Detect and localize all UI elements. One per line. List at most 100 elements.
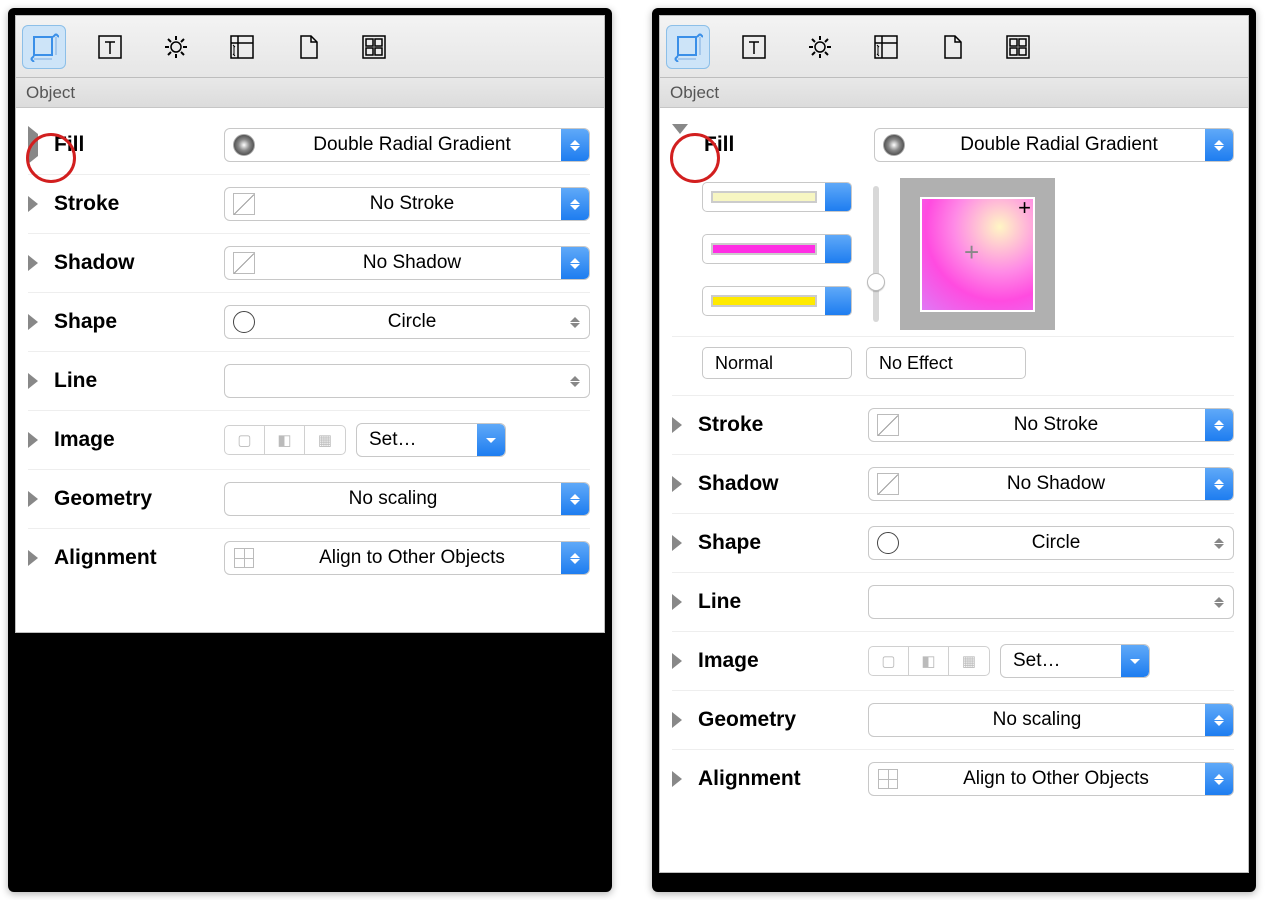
label-shadow: Shadow: [54, 251, 214, 275]
tab-stencils[interactable]: [352, 25, 396, 69]
caret-icon: [825, 235, 851, 263]
label-fill: Fill: [54, 133, 214, 157]
disclosure-alignment[interactable]: [28, 550, 38, 566]
disclosure-shadow[interactable]: [672, 476, 682, 492]
caret-icon: [1205, 129, 1233, 161]
tab-document[interactable]: [930, 25, 974, 69]
tab-document[interactable]: [286, 25, 330, 69]
gradient-center-icon[interactable]: +: [964, 237, 979, 268]
disclosure-stroke[interactable]: [672, 417, 682, 433]
caret-icon: [1205, 409, 1233, 441]
img-mode-3[interactable]: ▦: [305, 426, 345, 454]
dropdown-alignment[interactable]: Align to Other Objects: [868, 762, 1234, 796]
row-shadow: Shadow No Shadow: [28, 234, 590, 293]
disclosure-stroke[interactable]: [28, 196, 38, 212]
disclosure-fill-collapsed[interactable]: [28, 126, 38, 164]
dropdown-stroke[interactable]: No Stroke: [224, 187, 590, 221]
dropdown-fill-type[interactable]: Double Radial Gradient: [224, 128, 590, 162]
tab-canvas[interactable]: [864, 25, 908, 69]
dropdown-fill-type[interactable]: Double Radial Gradient: [874, 128, 1234, 162]
disclosure-geometry[interactable]: [672, 712, 682, 728]
tab-text[interactable]: [732, 25, 776, 69]
caret-icon: [825, 183, 851, 211]
caret-icon: [1205, 763, 1233, 795]
row-shadow: Shadow No Shadow: [672, 455, 1234, 514]
label-stroke: Stroke: [698, 413, 858, 437]
disclosure-line[interactable]: [672, 594, 682, 610]
tab-object[interactable]: [666, 25, 710, 69]
dropdown-shape[interactable]: Circle: [224, 305, 590, 339]
img-mode-2[interactable]: ◧: [265, 426, 305, 454]
tab-properties[interactable]: [154, 25, 198, 69]
disclosure-image[interactable]: [672, 653, 682, 669]
dropdown-alignment[interactable]: Align to Other Objects: [224, 541, 590, 575]
label-fill: Fill: [704, 133, 864, 157]
row-stroke: Stroke No Stroke: [672, 396, 1234, 455]
row-line: Line: [672, 573, 1234, 632]
img-mode-1[interactable]: ▢: [225, 426, 265, 454]
tab-stencils[interactable]: [996, 25, 1040, 69]
dropdown-line[interactable]: [224, 364, 590, 398]
label-image: Image: [54, 428, 214, 452]
gradient-handle-icon[interactable]: +: [1018, 195, 1031, 221]
color-stop-3[interactable]: [702, 286, 852, 316]
row-alignment: Alignment Align to Other Objects: [28, 529, 590, 587]
fill-blend-row: Normal No Effect: [672, 337, 1234, 396]
dropdown-line[interactable]: [868, 585, 1234, 619]
dropdown-blend-mode[interactable]: Normal: [702, 347, 852, 379]
disclosure-geometry[interactable]: [28, 491, 38, 507]
highlight-circle: [28, 134, 44, 157]
row-geometry: Geometry No scaling: [672, 691, 1234, 750]
caret-icon: [1205, 586, 1233, 618]
tab-canvas[interactable]: [220, 25, 264, 69]
gradient-color-wells: [702, 178, 852, 330]
label-geometry: Geometry: [54, 487, 214, 511]
image-placement-segment[interactable]: ▢ ◧ ▦: [868, 646, 990, 676]
row-alignment: Alignment Align to Other Objects: [672, 750, 1234, 808]
image-set-button[interactable]: Set…: [356, 423, 506, 457]
disclosure-fill-expanded[interactable]: [672, 124, 688, 156]
dropdown-shape[interactable]: Circle: [868, 526, 1234, 560]
dropdown-geometry[interactable]: No scaling: [224, 482, 590, 516]
dropdown-shadow[interactable]: No Shadow: [868, 467, 1234, 501]
dropdown-geometry[interactable]: No scaling: [868, 703, 1234, 737]
caret-icon: [825, 287, 851, 315]
caret-icon: [785, 352, 811, 375]
tab-object[interactable]: [22, 25, 66, 69]
disclosure-image[interactable]: [28, 432, 38, 448]
img-mode-3[interactable]: ▦: [949, 647, 989, 675]
inspector-window-expanded: Object Fill Double Radial Gradient: [652, 8, 1256, 892]
gradient-spread-slider[interactable]: [868, 178, 884, 330]
caret-icon: [561, 483, 589, 515]
tab-text[interactable]: [88, 25, 132, 69]
color-stop-1[interactable]: [702, 182, 852, 212]
image-placement-segment[interactable]: ▢ ◧ ▦: [224, 425, 346, 455]
disclosure-alignment[interactable]: [672, 771, 682, 787]
color-stop-2[interactable]: [702, 234, 852, 264]
dropdown-shadow[interactable]: No Shadow: [224, 246, 590, 280]
row-fill: Fill Double Radial Gradient: [672, 116, 1234, 166]
label-alignment: Alignment: [54, 546, 214, 570]
disclosure-shape[interactable]: [672, 535, 682, 551]
slider-knob[interactable]: [867, 273, 885, 291]
disclosure-line[interactable]: [28, 373, 38, 389]
disclosure-shape[interactable]: [28, 314, 38, 330]
row-shape: Shape Circle: [28, 293, 590, 352]
dropdown-stroke[interactable]: No Stroke: [868, 408, 1234, 442]
circle-icon: [231, 310, 257, 334]
dropdown-fill-effect[interactable]: No Effect: [866, 347, 1026, 379]
inspector-panel: Object Fill Double Radial Gradient Strok…: [15, 15, 605, 633]
caret-icon: [1205, 527, 1233, 559]
label-image: Image: [698, 649, 858, 673]
radial-swatch-icon: [231, 133, 257, 157]
fill-expanded-controls: + +: [672, 166, 1234, 337]
image-set-button[interactable]: Set…: [1000, 644, 1150, 678]
label-line: Line: [698, 590, 858, 614]
tab-properties[interactable]: [798, 25, 842, 69]
disclosure-shadow[interactable]: [28, 255, 38, 271]
img-mode-2[interactable]: ◧: [909, 647, 949, 675]
inspector-panel: Object Fill Double Radial Gradient: [659, 15, 1249, 873]
gradient-preview[interactable]: + +: [900, 178, 1055, 330]
inspector-window-collapsed: Object Fill Double Radial Gradient Strok…: [8, 8, 612, 892]
img-mode-1[interactable]: ▢: [869, 647, 909, 675]
